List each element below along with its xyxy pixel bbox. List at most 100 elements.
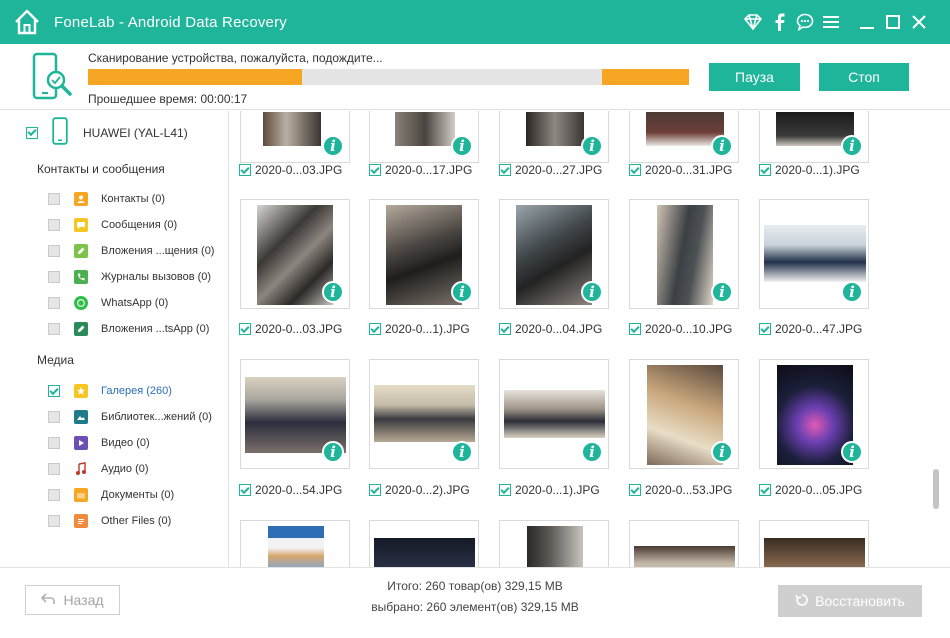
file-item[interactable]: 2020-0...17.JPG	[369, 163, 472, 177]
file-item[interactable]: 2020-0...53.JPG	[629, 483, 732, 497]
category-checkbox[interactable]	[48, 193, 60, 205]
photo-thumbnail[interactable]: i	[369, 359, 479, 469]
home-icon[interactable]	[10, 5, 44, 39]
category-documents[interactable]: Документы (0)	[48, 485, 174, 505]
info-icon[interactable]: i	[711, 441, 733, 463]
scrollbar-thumb[interactable]	[933, 469, 939, 509]
info-icon[interactable]: i	[451, 441, 473, 463]
photo-thumbnail[interactable]: i	[240, 111, 350, 163]
file-checkbox[interactable]	[239, 164, 251, 176]
device-checkbox[interactable]	[26, 126, 38, 139]
file-item[interactable]: 2020-0...47.JPG	[759, 322, 862, 336]
category-checkbox[interactable]	[48, 515, 60, 527]
category-checkbox[interactable]	[48, 219, 60, 231]
category-checkbox[interactable]	[48, 385, 60, 397]
photo-thumbnail[interactable]: i	[629, 199, 739, 309]
info-icon[interactable]: i	[322, 135, 344, 157]
photo-thumbnail[interactable]: i	[499, 359, 609, 469]
file-checkbox[interactable]	[499, 484, 511, 496]
category-message-attachments[interactable]: Вложения ...щения (0)	[48, 241, 214, 261]
category-checkbox[interactable]	[48, 411, 60, 423]
info-icon[interactable]: i	[711, 135, 733, 157]
photo-thumbnail[interactable]	[240, 520, 350, 567]
photo-thumbnail[interactable]: i	[240, 199, 350, 309]
info-icon[interactable]: i	[322, 441, 344, 463]
file-checkbox[interactable]	[759, 323, 771, 335]
grid-scrollbar[interactable]	[930, 111, 950, 567]
info-icon[interactable]: i	[451, 135, 473, 157]
file-checkbox[interactable]	[239, 323, 251, 335]
file-checkbox[interactable]	[759, 484, 771, 496]
photo-thumbnail[interactable]	[759, 520, 869, 567]
category-gallery[interactable]: Галерея (260)	[48, 381, 172, 401]
category-whatsapp[interactable]: WhatsApp (0)	[48, 293, 168, 313]
file-checkbox[interactable]	[499, 323, 511, 335]
category-contacts[interactable]: Контакты (0)	[48, 189, 165, 209]
stop-button[interactable]: Стоп	[819, 63, 909, 91]
photo-thumbnail[interactable]	[629, 520, 739, 567]
photo-thumbnail[interactable]: i	[629, 359, 739, 469]
device-row[interactable]: HUAWEI (YAL-L41)	[26, 117, 188, 148]
photo-thumbnail[interactable]: i	[629, 111, 739, 163]
photo-thumbnail[interactable]	[369, 520, 479, 567]
file-item[interactable]: 2020-0...54.JPG	[239, 483, 342, 497]
category-checkbox[interactable]	[48, 297, 60, 309]
maximize-icon[interactable]	[880, 9, 906, 35]
file-checkbox[interactable]	[369, 484, 381, 496]
file-checkbox[interactable]	[629, 164, 641, 176]
category-checkbox[interactable]	[48, 437, 60, 449]
photo-thumbnail[interactable]: i	[369, 199, 479, 309]
info-icon[interactable]: i	[581, 135, 603, 157]
file-item[interactable]: 2020-0...27.JPG	[499, 163, 602, 177]
file-item[interactable]: 2020-0...1).JPG	[369, 322, 470, 336]
photo-thumbnail[interactable]: i	[759, 111, 869, 163]
category-whatsapp-attachments[interactable]: Вложения ...tsApp (0)	[48, 319, 209, 339]
info-icon[interactable]: i	[841, 135, 863, 157]
photo-thumbnail[interactable]: i	[759, 359, 869, 469]
info-icon[interactable]: i	[581, 441, 603, 463]
file-item[interactable]: 2020-0...03.JPG	[239, 322, 342, 336]
photo-thumbnail[interactable]: i	[759, 199, 869, 309]
file-checkbox[interactable]	[629, 484, 641, 496]
info-icon[interactable]: i	[841, 441, 863, 463]
file-item[interactable]: 2020-0...10.JPG	[629, 322, 732, 336]
info-icon[interactable]: i	[841, 281, 863, 303]
diamond-icon[interactable]	[740, 9, 766, 35]
file-item[interactable]: 2020-0...2).JPG	[369, 483, 470, 497]
category-checkbox[interactable]	[48, 463, 60, 475]
photo-thumbnail[interactable]: i	[499, 111, 609, 163]
info-icon[interactable]: i	[581, 281, 603, 303]
category-image-library[interactable]: Библиотек...жений (0)	[48, 407, 212, 427]
file-checkbox[interactable]	[759, 164, 771, 176]
category-audio[interactable]: Аудио (0)	[48, 459, 149, 479]
info-icon[interactable]: i	[322, 281, 344, 303]
recover-button[interactable]: Восстановить	[778, 585, 922, 617]
file-checkbox[interactable]	[369, 164, 381, 176]
category-call-logs[interactable]: Журналы вызовов (0)	[48, 267, 211, 287]
file-item[interactable]: 2020-0...1).JPG	[759, 163, 860, 177]
file-item[interactable]: 2020-0...1).JPG	[499, 483, 600, 497]
category-messages[interactable]: Сообщения (0)	[48, 215, 177, 235]
photo-thumbnail[interactable]	[499, 520, 609, 567]
file-item[interactable]: 2020-0...31.JPG	[629, 163, 732, 177]
facebook-icon[interactable]	[766, 9, 792, 35]
menu-icon[interactable]	[818, 9, 844, 35]
file-checkbox[interactable]	[499, 164, 511, 176]
file-item[interactable]: 2020-0...04.JPG	[499, 322, 602, 336]
minimize-icon[interactable]	[854, 9, 880, 35]
pause-button[interactable]: Пауза	[709, 63, 800, 91]
category-checkbox[interactable]	[48, 323, 60, 335]
photo-thumbnail[interactable]: i	[369, 111, 479, 163]
info-icon[interactable]: i	[711, 281, 733, 303]
file-item[interactable]: 2020-0...05.JPG	[759, 483, 862, 497]
category-checkbox[interactable]	[48, 245, 60, 257]
category-checkbox[interactable]	[48, 489, 60, 501]
file-item[interactable]: 2020-0...03.JPG	[239, 163, 342, 177]
photo-thumbnail[interactable]: i	[240, 359, 350, 469]
chat-icon[interactable]	[792, 9, 818, 35]
info-icon[interactable]: i	[451, 281, 473, 303]
category-checkbox[interactable]	[48, 271, 60, 283]
close-icon[interactable]	[906, 9, 932, 35]
category-other-files[interactable]: Other Files (0)	[48, 511, 171, 531]
file-checkbox[interactable]	[239, 484, 251, 496]
